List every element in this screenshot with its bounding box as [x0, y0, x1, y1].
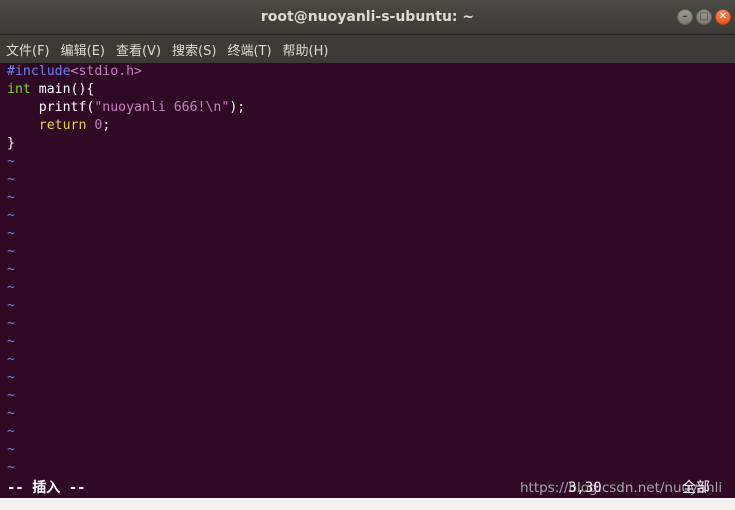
empty-line-marker: ~: [7, 244, 15, 259]
type-keyword: int: [7, 82, 31, 97]
menu-edit[interactable]: 编辑(E): [61, 38, 105, 61]
menu-view[interactable]: 查看(V): [116, 38, 161, 61]
menu-bar: 文件(F) 编辑(E) 查看(V) 搜索(S) 终端(T) 帮助(H): [0, 35, 735, 63]
code-line-4: return 0;: [0, 117, 735, 135]
header-name: <stdio.h>: [70, 64, 142, 79]
window-title: root@nuoyanli-s-ubuntu: ~: [260, 9, 475, 25]
window-controls: – □ ✕: [677, 9, 731, 25]
empty-line-marker: ~: [7, 460, 15, 475]
menu-file[interactable]: 文件(F): [6, 38, 50, 61]
empty-line-marker: ~: [7, 334, 15, 349]
return-keyword: return: [38, 118, 87, 133]
empty-line-marker: ~: [7, 442, 15, 457]
empty-line-marker: ~: [7, 424, 15, 439]
closing-brace: }: [7, 136, 15, 151]
empty-line-marker: ~: [7, 280, 15, 295]
empty-line-marker: ~: [7, 208, 15, 223]
semicolon: ;: [102, 118, 111, 133]
empty-line-marker: ~: [7, 190, 15, 205]
printf-end: );: [229, 100, 246, 115]
minimize-button[interactable]: –: [677, 9, 693, 25]
empty-line-marker: ~: [7, 316, 15, 331]
empty-line-marker: ~: [7, 352, 15, 367]
empty-lines: ~ ~ ~ ~ ~ ~ ~ ~ ~ ~ ~ ~ ~ ~ ~ ~ ~ ~: [0, 153, 735, 477]
maximize-button[interactable]: □: [696, 9, 712, 25]
vim-editor[interactable]: #include<stdio.h> int main(){ printf("nu…: [0, 63, 735, 498]
watermark: https://blog.csdn.net/nuoyanli: [520, 480, 723, 496]
code-line-2: int main(){: [0, 81, 735, 99]
empty-line-marker: ~: [7, 406, 15, 421]
window-bottom-border: [0, 498, 735, 510]
mode-indicator: -- 插入 --: [7, 480, 86, 496]
menu-terminal[interactable]: 终端(T): [227, 38, 271, 61]
code-line-5: }: [0, 135, 735, 153]
close-button[interactable]: ✕: [715, 9, 731, 25]
empty-line-marker: ~: [7, 298, 15, 313]
string-literal: "nuoyanli 666!\n": [94, 100, 230, 115]
main-signature: main(){: [30, 82, 95, 97]
empty-line-marker: ~: [7, 370, 15, 385]
empty-line-marker: ~: [7, 226, 15, 241]
terminal-window: root@nuoyanli-s-ubuntu: ~ – □ ✕ 文件(F) 编辑…: [0, 0, 735, 510]
empty-line-marker: ~: [7, 388, 15, 403]
title-bar[interactable]: root@nuoyanli-s-ubuntu: ~ – □ ✕: [0, 0, 735, 35]
code-line-3: printf("nuoyanli 666!\n");: [0, 99, 735, 117]
include-directive: #include: [7, 64, 71, 79]
empty-line-marker: ~: [7, 154, 15, 169]
code-line-1: #include<stdio.h>: [0, 63, 735, 81]
empty-line-marker: ~: [7, 262, 15, 277]
menu-search[interactable]: 搜索(S): [172, 38, 216, 61]
menu-help[interactable]: 帮助(H): [283, 38, 329, 61]
printf-call: printf(: [7, 100, 95, 115]
empty-line-marker: ~: [7, 172, 15, 187]
